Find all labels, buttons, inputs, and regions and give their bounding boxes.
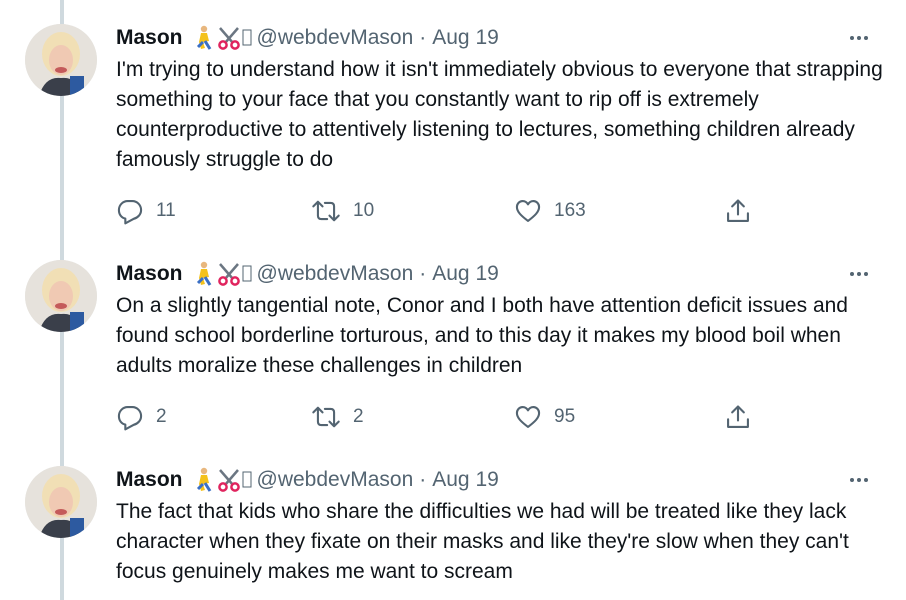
reply-count: 2 [156,406,167,427]
like-button[interactable]: 163 [514,196,586,226]
reply-button[interactable]: 2 [116,402,167,432]
retweet-count: 2 [353,406,364,427]
tweet[interactable]: Mason @webdevMason · Aug 19 On a slightl… [0,260,906,446]
reply-icon [117,406,143,431]
tweet-text: I'm trying to understand how it isn't im… [116,58,883,171]
author-handle[interactable]: @webdevMason [257,26,414,50]
tweet-date[interactable]: Aug 19 [432,262,499,286]
missing-glyph-icon [242,471,252,488]
tweet-header: Mason @webdevMason · Aug 19 [116,260,499,288]
name-emojis [192,467,253,493]
like-count: 95 [554,406,576,427]
reply-icon [117,200,143,225]
person-kneeling-icon [196,261,211,286]
missing-glyph-icon [242,29,252,46]
more-options-icon[interactable] [844,26,874,50]
retweet-icon [312,200,340,222]
separator-dot: · [419,262,427,285]
tweet[interactable]: Mason @webdevMason · Aug 19 I'm trying t… [0,24,906,240]
reply-button[interactable]: 11 [116,196,176,226]
avatar[interactable] [25,466,97,538]
retweet-button[interactable]: 2 [311,402,364,432]
share-icon [727,405,749,428]
scissors-icon [217,263,240,286]
like-button[interactable]: 95 [514,402,575,432]
author-name[interactable]: Mason [116,468,183,492]
tweet-date[interactable]: Aug 19 [432,468,499,492]
separator-dot: · [419,26,427,49]
share-icon [727,199,749,222]
like-count: 163 [554,200,586,221]
heart-icon [515,406,541,428]
person-kneeling-icon [196,467,211,492]
avatar[interactable] [25,260,97,332]
retweet-button[interactable]: 10 [311,196,374,226]
scissors-icon [217,27,240,50]
tweet-thread: Mason @webdevMason · Aug 19 I'm trying t… [0,0,906,600]
more-options-icon[interactable] [844,468,874,492]
tweet-text: The fact that kids who share the difficu… [116,500,849,583]
scissors-icon [217,469,240,492]
person-kneeling-icon [196,25,211,50]
missing-glyph-icon [242,265,252,282]
tweet-actions: 2 2 95 [116,402,766,432]
author-name[interactable]: Mason [116,262,183,286]
retweet-icon [312,406,340,428]
more-options-icon[interactable] [844,262,874,286]
tweet-header: Mason @webdevMason · Aug 19 [116,466,499,494]
author-name[interactable]: Mason [116,26,183,50]
separator-dot: · [419,468,427,491]
retweet-count: 10 [353,200,375,221]
reply-count: 11 [156,200,176,221]
share-button[interactable] [724,196,752,226]
heart-icon [515,200,541,222]
avatar[interactable] [25,24,97,96]
tweet[interactable]: Mason @webdevMason · Aug 19 The fact tha… [0,466,906,600]
author-handle[interactable]: @webdevMason [257,468,414,492]
tweet-header: Mason @webdevMason · Aug 19 [116,24,499,52]
author-handle[interactable]: @webdevMason [257,262,414,286]
tweet-date[interactable]: Aug 19 [432,26,499,50]
tweet-text: On a slightly tangential note, Conor and… [116,294,848,377]
name-emojis [192,261,253,287]
tweet-actions: 11 10 163 [116,196,766,226]
name-emojis [192,25,253,51]
share-button[interactable] [724,402,752,432]
